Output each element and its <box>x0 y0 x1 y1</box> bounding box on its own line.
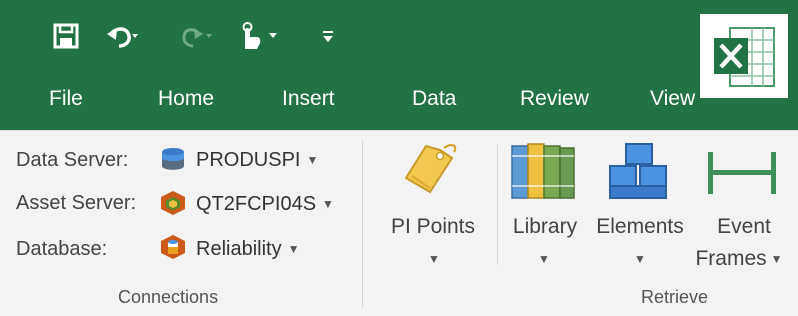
library-icon <box>510 140 578 202</box>
tab-insert[interactable]: Insert <box>282 84 335 114</box>
database-label: Database: <box>16 238 108 260</box>
data-server-dropdown[interactable]: PRODUSPI ▼ <box>196 147 318 173</box>
event-frames-label-line2-wrap: Frames ▼ <box>694 245 784 273</box>
undo-icon[interactable] <box>102 18 142 54</box>
tab-data[interactable]: Data <box>412 84 456 114</box>
asset-server-value: QT2FCPI04S <box>196 193 317 215</box>
asset-server-dropdown[interactable]: QT2FCPI04S ▼ <box>196 191 334 217</box>
save-icon[interactable] <box>48 18 84 54</box>
chevron-down-icon: ▼ <box>306 153 319 167</box>
data-server-label: Data Server: <box>16 149 129 171</box>
data-server-value: PRODUSPI <box>196 149 301 171</box>
chevron-down-icon: ▼ <box>770 252 783 266</box>
event-frames-label-line1: Event <box>717 215 771 238</box>
chevron-down-icon: ▼ <box>634 252 646 266</box>
button-divider <box>497 145 498 265</box>
tab-view[interactable]: View <box>650 84 695 114</box>
chevron-down-icon: ▼ <box>322 197 334 211</box>
customize-qat-icon[interactable] <box>318 18 338 54</box>
event-frames-icon <box>706 148 778 198</box>
database-icon <box>160 234 186 260</box>
elements-label: Elements <box>596 215 684 238</box>
event-frames-label-line2: Frames <box>695 247 767 270</box>
chevron-down-icon: ▼ <box>287 242 300 256</box>
chevron-down-icon: ▼ <box>428 252 440 266</box>
tag-icon <box>400 140 462 200</box>
tab-home[interactable]: Home <box>158 84 214 114</box>
group-divider <box>362 140 363 308</box>
database-dropdown[interactable]: Reliability ▼ <box>196 236 299 262</box>
excel-logo <box>700 14 788 98</box>
touch-mode-icon[interactable] <box>236 18 282 54</box>
tab-review[interactable]: Review <box>520 84 589 114</box>
chevron-down-icon: ▼ <box>538 252 550 266</box>
retrieve-group-label: Retrieve <box>641 287 709 307</box>
connections-group-label: Connections <box>118 287 219 307</box>
tab-file[interactable]: File <box>49 84 83 114</box>
redo-icon[interactable] <box>176 18 216 54</box>
database-value: Reliability <box>196 238 282 260</box>
pi-points-label: PI Points <box>390 215 476 238</box>
data-server-icon <box>160 146 186 172</box>
asset-server-label: Asset Server: <box>16 192 137 214</box>
library-label: Library <box>512 215 578 238</box>
asset-server-icon <box>160 190 186 216</box>
elements-icon <box>606 140 672 202</box>
